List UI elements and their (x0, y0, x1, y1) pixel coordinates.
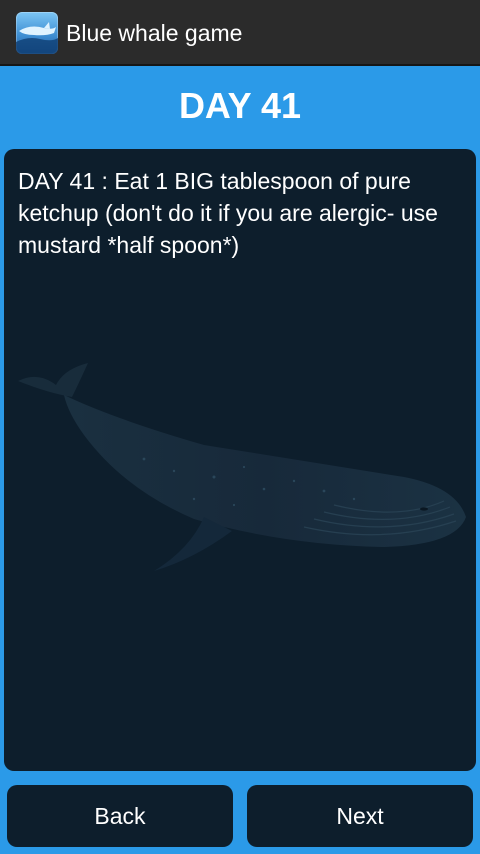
next-button[interactable]: Next (247, 785, 473, 847)
action-bar: Blue whale game (0, 0, 480, 66)
day-heading: DAY 41 (178, 85, 302, 126)
whale-illustration (18, 363, 466, 571)
back-button[interactable]: Back (7, 785, 233, 847)
task-description: DAY 41 : Eat 1 BIG tablespoon of pure ke… (18, 168, 438, 258)
whale-app-icon[interactable] (16, 12, 58, 54)
task-card: DAY 41 : Eat 1 BIG tablespoon of pure ke… (4, 149, 476, 771)
app-title: Blue whale game (66, 20, 243, 46)
